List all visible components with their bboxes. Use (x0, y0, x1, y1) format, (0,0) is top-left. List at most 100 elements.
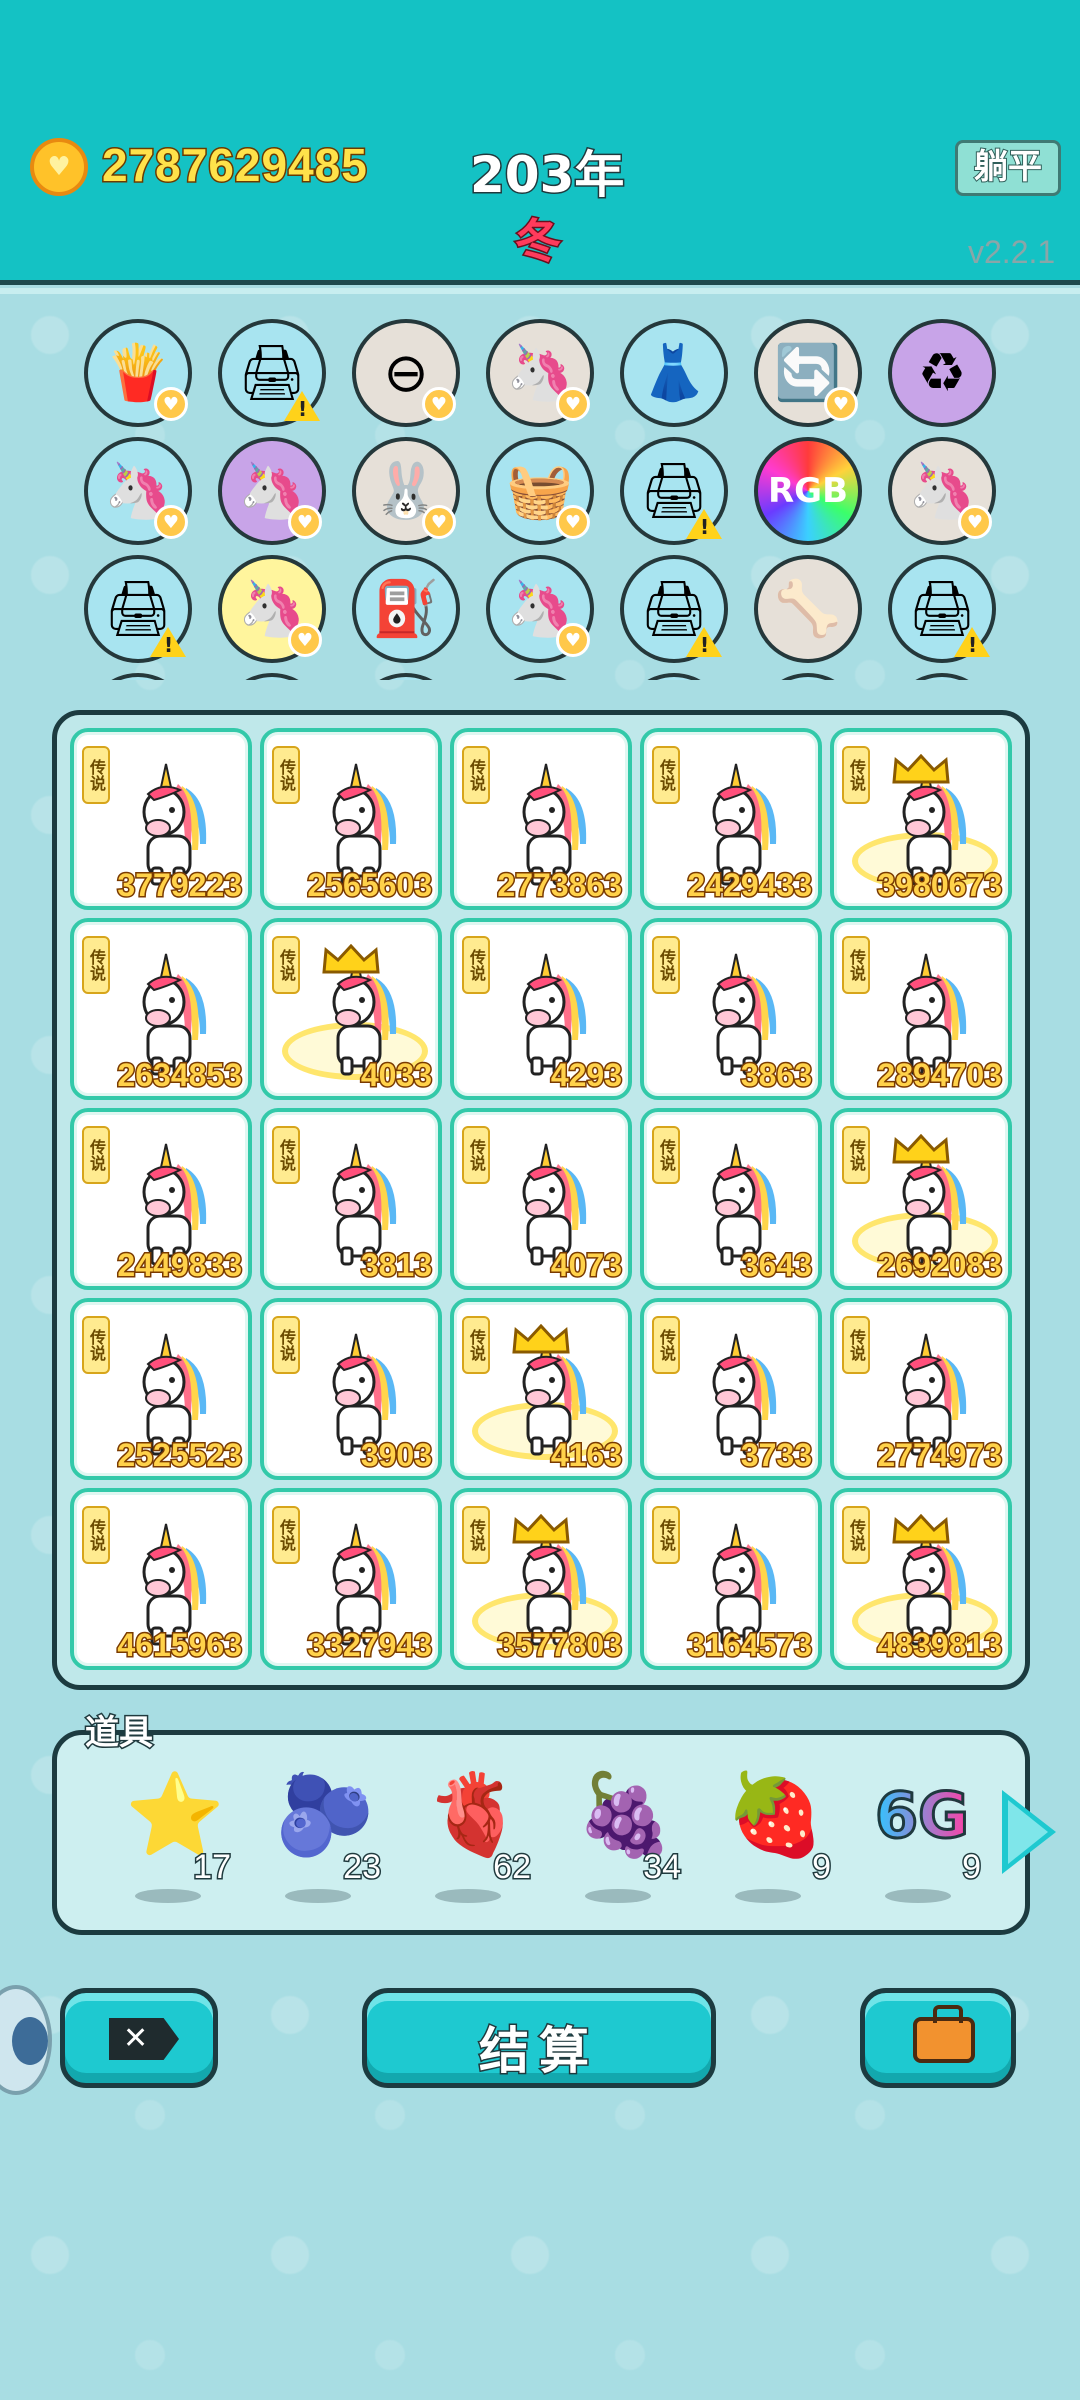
crown-icon (892, 1133, 950, 1164)
rabbit-item[interactable]: 🐰 ♥ (352, 437, 460, 545)
prop-shadow (285, 1889, 351, 1903)
hidden-item-circle[interactable] (352, 673, 460, 680)
unicorn-card[interactable]: 传说 3577803 (450, 1488, 632, 1670)
fries-item[interactable]: 🍟 ♥ (84, 319, 192, 427)
6g-prop[interactable]: 6G 9 (865, 1775, 982, 1903)
printer-item[interactable]: 🖨 (620, 555, 728, 663)
strawberry-prop[interactable]: 🍓 9 (715, 1768, 832, 1903)
unicorn-card[interactable]: 传说 2773863 (450, 728, 632, 910)
unicorn-card[interactable]: 传说 4839813 (830, 1488, 1012, 1670)
star-prop[interactable]: ⭐ 17 (115, 1775, 232, 1903)
heart-badge-icon: ♥ (154, 387, 188, 421)
rarity-tag: 传说 (272, 746, 300, 804)
bayberry-prop[interactable]: 🍇 34 (565, 1775, 682, 1903)
lie-flat-button[interactable]: 躺平 (955, 140, 1061, 196)
heart-badge-icon: ♥ (556, 387, 590, 421)
hidden-item-circle[interactable] (84, 673, 192, 680)
coin-icon: ♥ (30, 138, 88, 196)
next-arrow-icon[interactable] (1002, 1790, 1056, 1874)
blueberry-prop[interactable]: 🫐 23 (265, 1775, 382, 1903)
unicorn-card[interactable]: 传说 2565603 (260, 728, 442, 910)
rarity-tag: 传说 (652, 936, 680, 994)
card-value: 2634853 (116, 1056, 244, 1095)
briefcase-button[interactable] (860, 1988, 1016, 2088)
heart-badge-icon: ♥ (288, 505, 322, 539)
twin-unicorns-item[interactable]: 🦄 ♥ (486, 555, 594, 663)
unicorn-card[interactable]: 传说 2692083 (830, 1108, 1012, 1290)
unicorn-card[interactable]: 传说 4293 (450, 918, 632, 1100)
fruit-basket-item[interactable]: 🧺 ♥ (486, 437, 594, 545)
unicorn-card[interactable]: 传说 3779223 (70, 728, 252, 910)
top-bar: ♥ 2787629485 203年 冬 躺平 v2.2.1 (0, 0, 1080, 294)
rarity-tag: 传说 (462, 1126, 490, 1184)
recycle-icon: ♻ (917, 341, 967, 404)
prop-shadow (735, 1889, 801, 1903)
hidden-item-circle[interactable] (620, 673, 728, 680)
unicorn-card[interactable]: 传说 3980673 (830, 728, 1012, 910)
card-value: 4615963 (116, 1626, 244, 1665)
twin-unicorns-item[interactable]: 🦄 ♥ (84, 437, 192, 545)
unicorn-card[interactable]: 传说 3164573 (640, 1488, 822, 1670)
card-value: 3813 (359, 1246, 433, 1285)
unicorn-card[interactable]: 传说 2525523 (70, 1298, 252, 1480)
hidden-item-circle[interactable] (218, 673, 326, 680)
card-value: 4839813 (876, 1626, 1004, 1665)
refresh-item[interactable]: 🔄 ♥ (754, 319, 862, 427)
unicorn-card[interactable]: 传说 3327943 (260, 1488, 442, 1670)
unicorn-card[interactable]: 传说 4033 (260, 918, 442, 1100)
unicorn-card[interactable]: 传说 3813 (260, 1108, 442, 1290)
card-value: 3327943 (306, 1626, 434, 1665)
crown-icon (892, 753, 950, 784)
unicorn-item[interactable]: 🦄 ♥ (218, 555, 326, 663)
unicorn-card[interactable]: 传说 3863 (640, 918, 822, 1100)
card-value: 2774973 (876, 1436, 1004, 1475)
twin-unicorns-item[interactable]: 🦄 ♥ (486, 319, 594, 427)
card-value: 3779223 (116, 866, 244, 905)
liver-prop[interactable]: 🫀 62 (415, 1768, 532, 1903)
coin-balance: 2787629485 (101, 138, 369, 193)
unicorn-card[interactable]: 传说 3903 (260, 1298, 442, 1480)
hidden-item-circle[interactable] (754, 673, 862, 680)
hidden-item-circle[interactable] (888, 673, 996, 680)
card-value: 2773863 (496, 866, 624, 905)
settle-button[interactable]: 结算 (362, 1988, 716, 2088)
card-value: 4073 (549, 1246, 623, 1285)
exit-button[interactable]: ✕ (60, 1988, 218, 2088)
twin-unicorns-item[interactable]: 🦄 ♥ (218, 437, 326, 545)
strawberry-icon: 🍓 (725, 1768, 825, 1861)
pleated-skirt-item[interactable]: 👗 (620, 319, 728, 427)
printer-item[interactable]: 🖨 (84, 555, 192, 663)
unicorn-card[interactable]: 传说 2634853 (70, 918, 252, 1100)
pet-food-bowl-item[interactable]: 🦴 (754, 555, 862, 663)
heart-badge-icon: ♥ (154, 505, 188, 539)
liver-icon: 🫀 (425, 1768, 525, 1861)
prop-count: 9 (961, 1847, 983, 1888)
unicorn-card[interactable]: 传说 2449833 (70, 1108, 252, 1290)
unicorn-card[interactable]: 传说 3733 (640, 1298, 822, 1480)
printer-item[interactable]: 🖨 (218, 319, 326, 427)
unicorn-card[interactable]: 传说 4073 (450, 1108, 632, 1290)
card-value: 2565603 (306, 866, 434, 905)
pump-item[interactable]: ⛽ (352, 555, 460, 663)
warning-icon (686, 627, 722, 657)
prop-count: 9 (811, 1847, 833, 1888)
rgb-item[interactable]: RGB (754, 437, 862, 545)
recycle-item[interactable]: ♻ (888, 319, 996, 427)
unicorn-card[interactable]: 传说 4615963 (70, 1488, 252, 1670)
minus-sign-item[interactable]: ⊖ ♥ (352, 319, 460, 427)
unicorn-card[interactable]: 传说 2894703 (830, 918, 1012, 1100)
settle-label: 结算 (478, 2021, 599, 2082)
hidden-item-circle[interactable] (486, 673, 594, 680)
unicorn-grid: 传说 3779223 传说 2565603 传说 2773863 传说 2429433 传说 39… (52, 710, 1030, 1690)
printer-item[interactable]: 🖨 (888, 555, 996, 663)
twin-unicorns-item[interactable]: 🦄 ♥ (888, 437, 996, 545)
printer-item[interactable]: 🖨 (620, 437, 728, 545)
rarity-tag: 传说 (652, 746, 680, 804)
unicorn-card[interactable]: 传说 2774973 (830, 1298, 1012, 1480)
rgb-icon: RGB (767, 471, 848, 511)
unicorn-card[interactable]: 传说 2429433 (640, 728, 822, 910)
unicorn-card[interactable]: 传说 4163 (450, 1298, 632, 1480)
owned-items-strip[interactable]: 🍟♥🖨⊖♥🦄♥👗🔄♥♻🦄♥🦄♥🐰♥🧺♥🖨RGB🦄♥🖨🦄♥⛽🦄♥🖨🦴🖨 (0, 315, 1080, 680)
unicorn-card[interactable]: 传说 3643 (640, 1108, 822, 1290)
prop-shadow (885, 1889, 951, 1903)
